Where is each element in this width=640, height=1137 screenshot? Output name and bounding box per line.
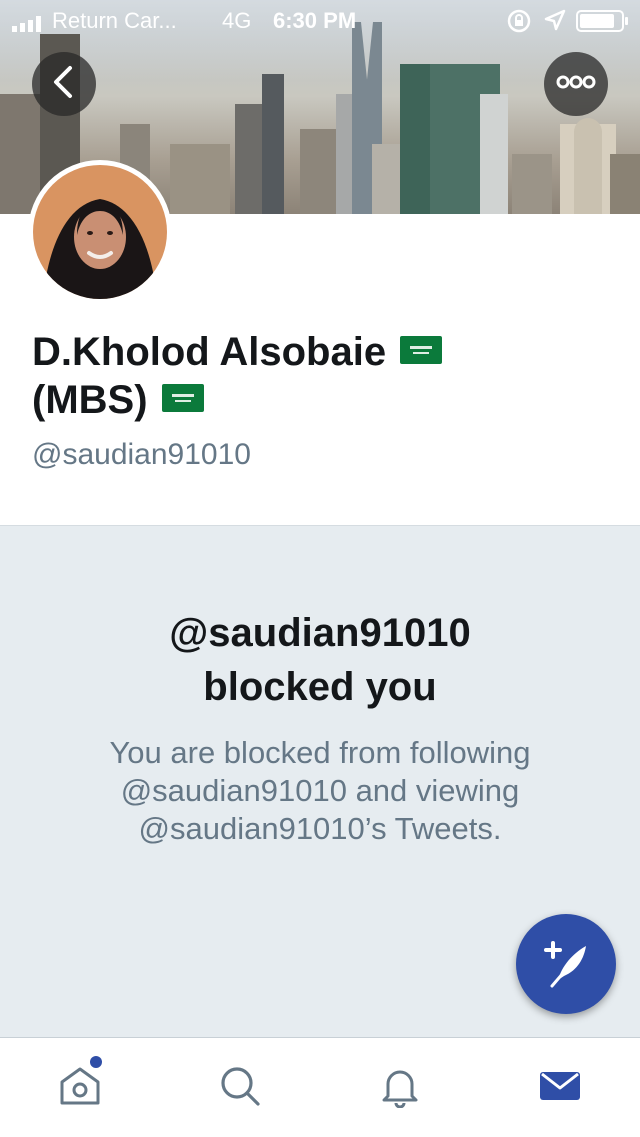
profile-name-line2: (MBS) xyxy=(32,378,148,422)
avatar-image xyxy=(33,165,167,299)
bell-icon xyxy=(378,1064,422,1113)
profile-name: D.Kholod Alsobaie (MBS) xyxy=(32,328,592,424)
tab-home[interactable] xyxy=(56,1056,104,1113)
compose-tweet-icon xyxy=(538,934,594,995)
profile-handle: @saudian91010 xyxy=(32,438,251,471)
tab-messages[interactable] xyxy=(536,1064,584,1112)
bottom-tab-bar xyxy=(0,1037,640,1137)
battery-icon xyxy=(576,9,630,39)
blocked-description: You are blocked from following @saudian9… xyxy=(109,735,531,846)
tab-notifications[interactable] xyxy=(376,1064,424,1112)
tab-search[interactable] xyxy=(216,1064,264,1112)
more-options-button[interactable] xyxy=(544,52,608,116)
chevron-left-icon xyxy=(50,65,78,104)
home-icon xyxy=(58,1064,102,1113)
saudi-flag-icon xyxy=(400,336,443,365)
blocked-title: @saudian91010 blocked you xyxy=(0,606,640,714)
signal-icon xyxy=(12,12,48,38)
mail-icon xyxy=(538,1064,582,1113)
blocked-title-text: blocked you xyxy=(203,665,437,709)
back-button[interactable] xyxy=(32,52,96,116)
compose-tweet-button[interactable] xyxy=(516,914,616,1014)
saudi-flag-icon xyxy=(161,384,204,413)
clock: 6:30 PM xyxy=(273,8,357,33)
search-icon xyxy=(218,1064,262,1113)
blocked-title-handle: @saudian91010 xyxy=(169,611,471,655)
network-type: 4G xyxy=(222,8,252,33)
rotation-lock-icon xyxy=(506,8,532,40)
avatar[interactable] xyxy=(28,160,172,304)
status-bar: Return Car... 4G 6:30 PM xyxy=(0,0,640,40)
home-notification-dot xyxy=(90,1056,102,1068)
more-icon xyxy=(556,75,596,94)
carrier-name: Return Car... xyxy=(52,8,177,33)
profile-name-line1: D.Kholod Alsobaie xyxy=(32,330,387,374)
location-icon xyxy=(544,9,566,37)
